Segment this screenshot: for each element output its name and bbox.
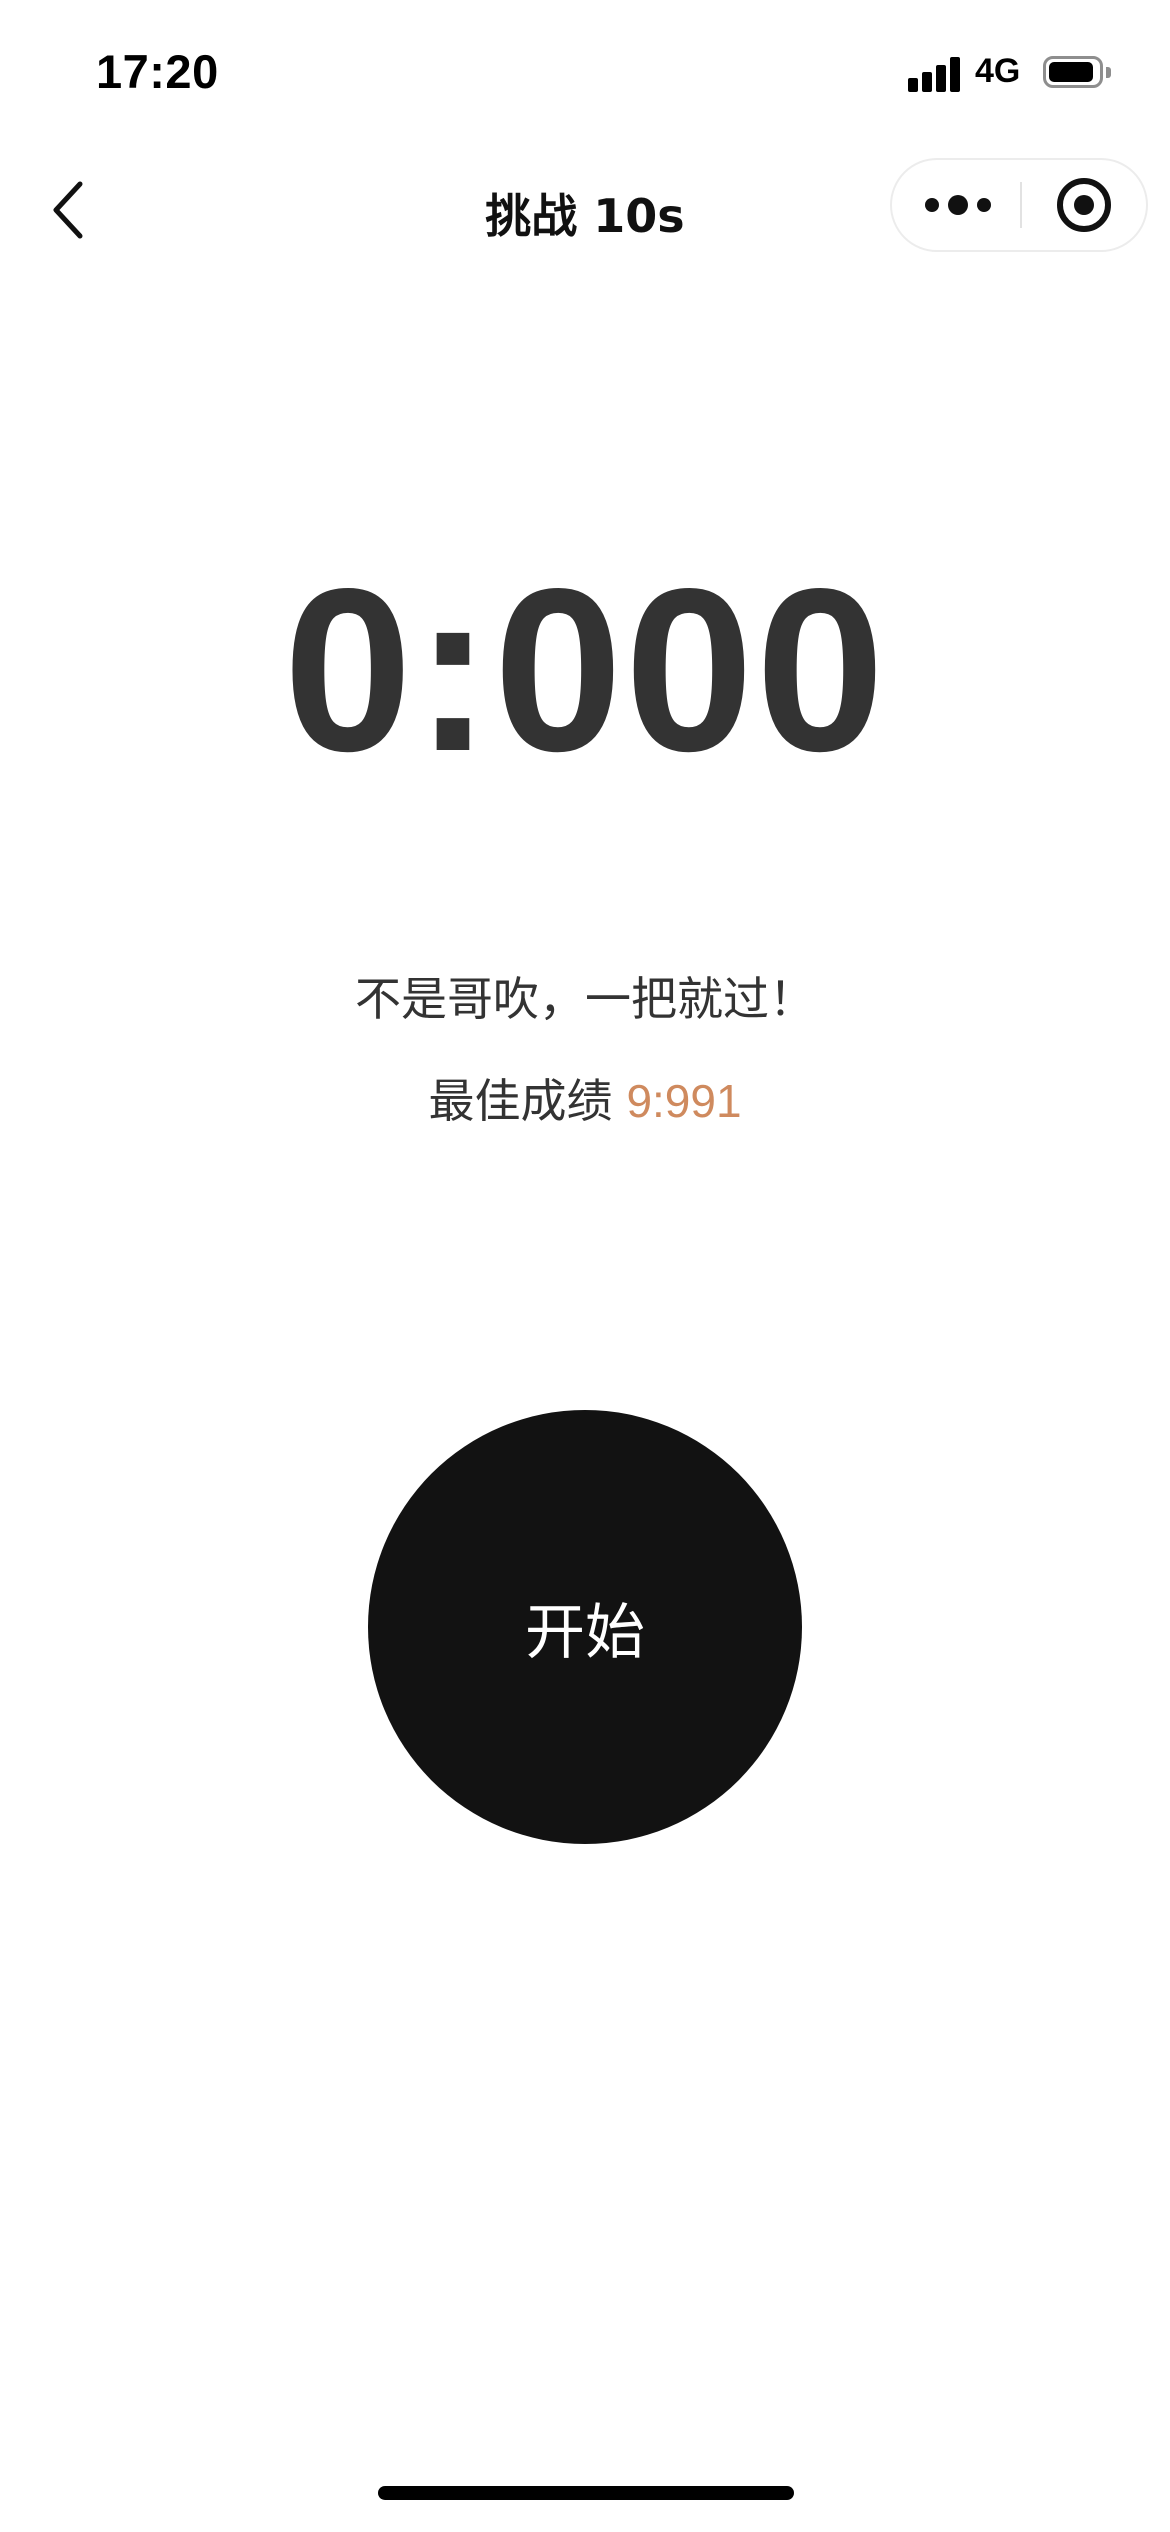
status-bar: 17:20 4G xyxy=(0,0,1170,150)
home-indicator[interactable] xyxy=(378,2486,794,2500)
best-score-label: 最佳成绩 xyxy=(428,1074,613,1128)
slogan-text: 不是哥吹，一把就过！ xyxy=(355,972,815,1026)
signal-icon xyxy=(908,56,962,92)
status-time: 17:20 xyxy=(96,45,219,98)
network-label: 4G xyxy=(975,52,1021,90)
nav-bar: 挑战 10s xyxy=(0,150,1170,268)
close-target-icon xyxy=(1057,178,1111,232)
best-score: 最佳成绩 9:991 xyxy=(0,1065,1170,1131)
close-miniprogram-button[interactable] xyxy=(1022,160,1148,250)
screen: 17:20 4G 挑战 10s 0:000 不是哥吹，一把就过！ 最佳成绩 9:… xyxy=(0,0,1170,2532)
more-dots-icon xyxy=(925,195,991,215)
timer-display: 0:000 xyxy=(283,541,887,800)
start-button[interactable]: 开始 xyxy=(368,1410,802,1844)
best-score-value: 9:991 xyxy=(626,1075,742,1127)
battery-icon xyxy=(1043,56,1113,90)
menu-capsule xyxy=(890,158,1148,252)
start-button-label: 开始 xyxy=(525,1597,645,1668)
more-button[interactable] xyxy=(892,160,1020,250)
